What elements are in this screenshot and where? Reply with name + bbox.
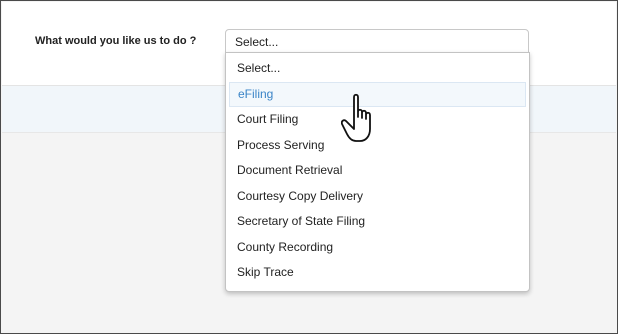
option-skip-trace[interactable]: Skip Trace: [229, 260, 526, 286]
option-courtesy-copy-delivery[interactable]: Courtesy Copy Delivery: [229, 184, 526, 210]
option-document-retrieval[interactable]: Document Retrieval: [229, 158, 526, 184]
hand-pointer-icon: [341, 93, 371, 142]
option-secretary-of-state-filing[interactable]: Secretary of State Filing: [229, 209, 526, 235]
service-dropdown-list: Select... eFiling Court Filing Process S…: [225, 52, 530, 292]
question-label: What would you like us to do ?: [35, 35, 197, 47]
option-county-recording[interactable]: County Recording: [229, 235, 526, 261]
option-select[interactable]: Select...: [229, 56, 526, 82]
page-frame: What would you like us to do ? Select...…: [0, 0, 618, 334]
service-select[interactable]: Select...: [225, 29, 529, 53]
